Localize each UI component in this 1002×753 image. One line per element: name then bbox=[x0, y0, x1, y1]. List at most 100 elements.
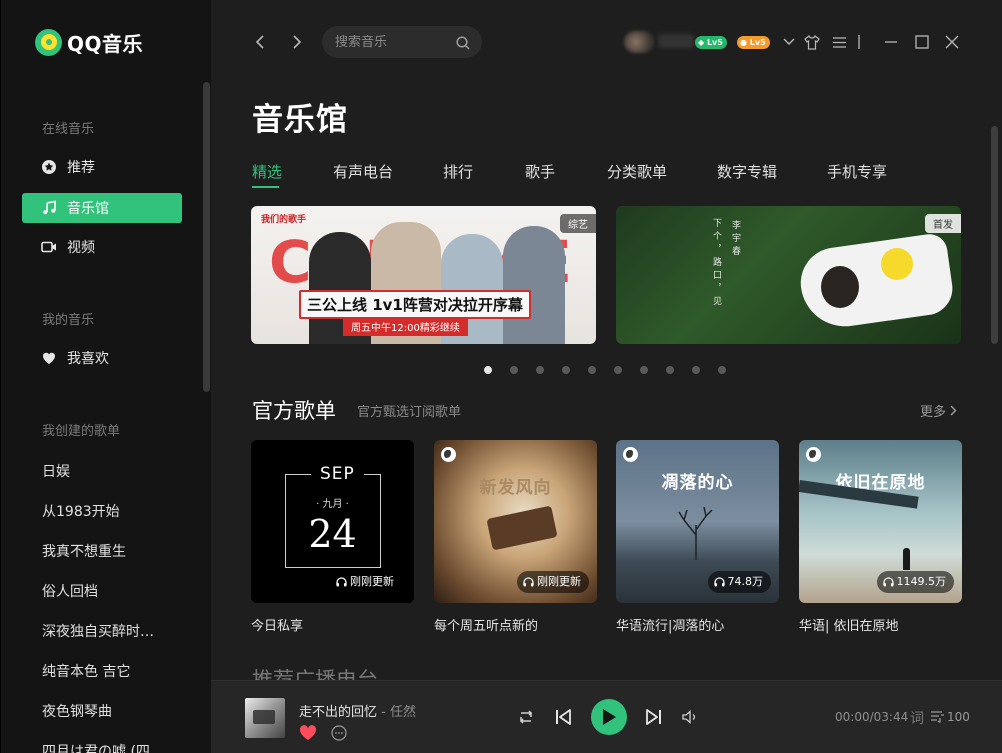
chevron-down-icon bbox=[783, 38, 795, 45]
play-count: 1149.5万 bbox=[876, 571, 954, 593]
tab-featured[interactable]: 精选 bbox=[252, 161, 282, 182]
play-count-label: 74.8万 bbox=[727, 575, 764, 588]
playlist-name[interactable]: 每个周五听点新的 bbox=[434, 615, 597, 634]
playlist-queue-button[interactable]: 100 bbox=[931, 710, 970, 724]
carousel-dot[interactable] bbox=[562, 366, 570, 374]
playlist-item[interactable]: 深夜独自买醉时听… bbox=[42, 621, 167, 641]
search-box[interactable] bbox=[322, 26, 482, 58]
banner-subline: 周五中午12:00精彩继续 bbox=[343, 317, 468, 336]
divider bbox=[857, 33, 861, 51]
tab-mobile-exclusive[interactable]: 手机专享 bbox=[827, 161, 887, 182]
tab-category-playlists[interactable]: 分类歌单 bbox=[607, 161, 667, 182]
sidebar-item-music-hall[interactable]: 音乐馆 bbox=[22, 193, 182, 223]
carousel-dot[interactable] bbox=[640, 366, 648, 374]
sidebar-item-favorites[interactable]: 我喜欢 bbox=[22, 343, 182, 373]
level-badge-label: Lv5 bbox=[749, 38, 766, 47]
previous-button[interactable] bbox=[553, 707, 573, 727]
carousel-dot[interactable] bbox=[718, 366, 726, 374]
playlist-cover: 凋落的心 74.8万 bbox=[616, 440, 779, 603]
more-options-button[interactable] bbox=[330, 724, 348, 742]
now-playing-info[interactable]: 走不出的回忆 - 任然 bbox=[299, 701, 416, 720]
date-month-cn: · 九月 · bbox=[316, 499, 349, 510]
loop-mode-button[interactable] bbox=[516, 707, 536, 727]
tab-radio[interactable]: 有声电台 bbox=[333, 161, 393, 182]
search-input[interactable] bbox=[335, 34, 445, 50]
playlist-name[interactable]: 华语流行|凋落的心 bbox=[616, 615, 779, 634]
song-artist[interactable]: 任然 bbox=[390, 705, 416, 720]
carousel-dot[interactable] bbox=[510, 366, 518, 374]
cover-title: 凋落的心 bbox=[661, 473, 734, 493]
playlist-item[interactable]: 俗人回档 bbox=[42, 581, 98, 601]
playlist-item[interactable]: 我真不想重生 bbox=[42, 541, 126, 561]
playlist-item[interactable]: 纯音本色 吉它 bbox=[42, 661, 130, 681]
carousel-dot[interactable] bbox=[666, 366, 674, 374]
playlist-item[interactable]: 日娱 bbox=[42, 461, 70, 481]
forward-button[interactable] bbox=[288, 32, 306, 52]
more-link[interactable]: 更多 bbox=[920, 401, 957, 420]
carousel-dot[interactable] bbox=[692, 366, 700, 374]
heart-icon bbox=[299, 725, 317, 740]
playlist-item[interactable]: 四月は君の嘘 (四 bbox=[42, 741, 150, 753]
playlist-item[interactable]: 从1983开始 bbox=[42, 501, 120, 521]
banner-headline: 三公上线 1v1阵营对决拉开序幕 bbox=[299, 290, 531, 319]
song-title[interactable]: 走不出的回忆 bbox=[299, 705, 377, 720]
play-button[interactable] bbox=[591, 699, 627, 735]
tab-charts[interactable]: 排行 bbox=[443, 161, 473, 182]
lyrics-button[interactable]: 词 bbox=[910, 708, 924, 728]
globe-icon bbox=[441, 447, 456, 462]
skin-button[interactable] bbox=[803, 33, 821, 51]
playback-time: 00:00/03:44 bbox=[835, 710, 909, 724]
app-logo[interactable]: QQ音乐 bbox=[35, 28, 143, 57]
play-icon bbox=[603, 709, 616, 725]
avatar[interactable] bbox=[624, 31, 654, 53]
playlist-card[interactable]: SEP · 九月 · 24 刚刚更新 今日私享 bbox=[251, 440, 414, 634]
player-bar: 走不出的回忆 - 任然 00:00/03:44 词 100 bbox=[211, 680, 1002, 753]
back-button[interactable] bbox=[251, 32, 269, 52]
tshirt-icon bbox=[804, 34, 820, 50]
vip-badge[interactable]: ◆ Lv5 bbox=[695, 36, 727, 49]
carousel-dot[interactable] bbox=[484, 366, 492, 374]
tab-singers[interactable]: 歌手 bbox=[525, 161, 555, 182]
play-count-label: 1149.5万 bbox=[896, 575, 947, 588]
next-button[interactable] bbox=[644, 707, 664, 727]
maximize-icon bbox=[915, 35, 929, 49]
playlist-name[interactable]: 今日私享 bbox=[251, 615, 414, 634]
section-created-playlists: 我创建的歌单 bbox=[42, 424, 121, 439]
headphones-icon bbox=[336, 577, 347, 587]
close-button[interactable] bbox=[943, 33, 961, 51]
like-button[interactable] bbox=[298, 723, 318, 743]
headphones-icon bbox=[713, 577, 725, 587]
maximize-button[interactable] bbox=[913, 33, 931, 51]
banner-variety-show[interactable]: CALL ME 我们的歌手 三公上线 1v1阵营对决拉开序幕 周五中午12:00… bbox=[251, 206, 596, 344]
active-tab-indicator bbox=[252, 186, 279, 188]
carousel-dot[interactable] bbox=[588, 366, 596, 374]
sidebar-item-label: 推荐 bbox=[67, 160, 95, 176]
carousel-dot[interactable] bbox=[536, 366, 544, 374]
now-playing-cover[interactable] bbox=[245, 698, 285, 738]
minimize-button[interactable] bbox=[882, 33, 900, 51]
volume-button[interactable] bbox=[680, 707, 700, 727]
heart-icon bbox=[41, 350, 57, 366]
banner-premiere[interactable]: 下个，路口，见 李宇春 首发 bbox=[616, 206, 961, 344]
sidebar-item-video[interactable]: 视频 bbox=[22, 232, 182, 262]
dropdown-button[interactable] bbox=[782, 34, 796, 50]
next-section-title: 推荐广播电台 bbox=[252, 668, 378, 680]
tab-digital-albums[interactable]: 数字专辑 bbox=[717, 161, 777, 182]
playlist-item[interactable]: 夜色钢琴曲 bbox=[42, 701, 112, 721]
skip-previous-icon bbox=[556, 709, 571, 725]
playlist-card[interactable]: 新发风向 刚刚更新 每个周五听点新的 bbox=[434, 440, 597, 634]
headphones-icon bbox=[523, 577, 534, 587]
playlist-card[interactable]: 凋落的心 74.8万 华语流行|凋落的心 bbox=[616, 440, 779, 634]
sidebar-item-recommend[interactable]: 推荐 bbox=[22, 152, 182, 182]
main-scrollbar[interactable] bbox=[991, 126, 998, 344]
level-badge[interactable]: ● Lv5 bbox=[737, 36, 770, 49]
volume-icon bbox=[682, 710, 696, 724]
playlist-name[interactable]: 华语| 依旧在原地 bbox=[799, 615, 962, 634]
update-badge-label: 刚刚更新 bbox=[537, 575, 581, 588]
menu-button[interactable] bbox=[831, 33, 847, 51]
sidebar-scrollbar[interactable] bbox=[203, 82, 210, 392]
username-blurred[interactable] bbox=[658, 34, 694, 48]
search-icon[interactable] bbox=[456, 35, 470, 54]
carousel-dot[interactable] bbox=[614, 366, 622, 374]
playlist-card[interactable]: 依旧在原地 1149.5万 华语| 依旧在原地 bbox=[799, 440, 962, 634]
